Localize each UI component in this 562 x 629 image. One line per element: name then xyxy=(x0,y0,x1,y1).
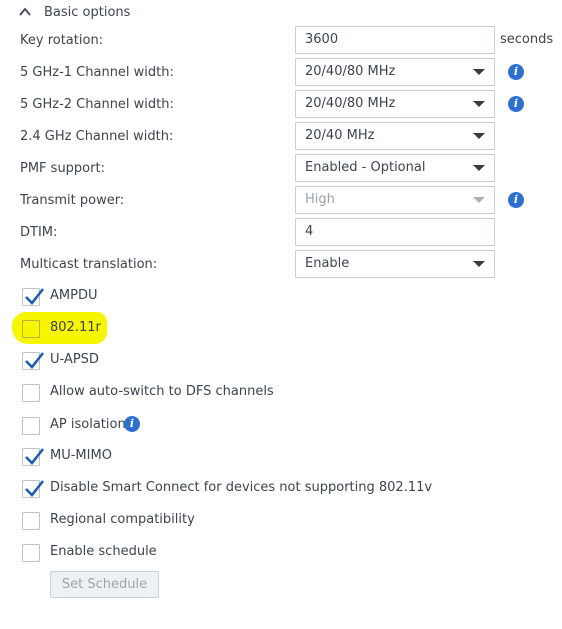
channel-width-5g1-value: 20/40/80 MHz xyxy=(305,64,396,79)
dfs-option: Allow auto-switch to DFS channels xyxy=(0,382,562,406)
dropdown-caret-icon xyxy=(473,133,485,139)
ampdu-option: AMPDU xyxy=(0,286,562,310)
channel-width-24g-select[interactable]: 20/40 MHz xyxy=(295,122,495,150)
ap-isolation-checkbox[interactable] xyxy=(22,417,40,435)
regional-compatibility-option: Regional compatibility xyxy=(0,510,562,534)
multicast-translation-label: Multicast translation: xyxy=(20,257,158,272)
dfs-label: Allow auto-switch to DFS channels xyxy=(50,384,274,399)
smart-connect-checkbox[interactable] xyxy=(22,480,45,498)
channel-width-5g1-select[interactable]: 20/40/80 MHz xyxy=(295,58,495,86)
enable-schedule-checkbox[interactable] xyxy=(22,544,40,562)
uapsd-label: U-APSD xyxy=(50,352,99,367)
ap-isolation-option: AP isolation i xyxy=(0,415,562,439)
dropdown-caret-icon xyxy=(473,261,485,267)
checkmark-icon xyxy=(25,448,45,465)
smart-connect-option: Disable Smart Connect for devices not su… xyxy=(0,478,562,502)
multicast-translation-select[interactable]: Enable xyxy=(295,250,495,278)
channel-width-24g-value: 20/40 MHz xyxy=(305,128,375,143)
enable-schedule-option: Enable schedule xyxy=(0,542,562,566)
multicast-translation-row: Multicast translation: Enable xyxy=(0,250,562,287)
dropdown-caret-icon xyxy=(473,165,485,171)
pmf-support-select[interactable]: Enabled - Optional xyxy=(295,154,495,182)
uapsd-option: U-APSD xyxy=(0,350,562,374)
r80211-option: 802.11r xyxy=(0,318,562,342)
channel-width-5g2-select[interactable]: 20/40/80 MHz xyxy=(295,90,495,118)
dfs-checkbox[interactable] xyxy=(22,384,40,402)
regional-compatibility-label: Regional compatibility xyxy=(50,512,195,527)
multicast-translation-value: Enable xyxy=(305,256,350,271)
r80211-label: 802.11r xyxy=(50,320,101,335)
transmit-power-value: High xyxy=(305,192,335,207)
mu-mimo-option: MU-MIMO xyxy=(0,446,562,470)
channel-width-5g2-value: 20/40/80 MHz xyxy=(305,96,396,111)
ap-isolation-label: AP isolation xyxy=(50,417,126,432)
enable-schedule-label: Enable schedule xyxy=(50,544,157,559)
info-icon[interactable]: i xyxy=(508,96,524,112)
dtim-input[interactable]: 4 xyxy=(295,218,495,246)
key-rotation-value: 3600 xyxy=(305,32,339,47)
mu-mimo-checkbox[interactable] xyxy=(22,448,45,466)
section-title: Basic options xyxy=(44,4,131,20)
dropdown-caret-icon xyxy=(473,197,485,203)
regional-compatibility-checkbox[interactable] xyxy=(22,512,40,530)
set-schedule-button[interactable]: Set Schedule xyxy=(50,571,159,598)
channel-width-5g2-label: 5 GHz-2 Channel width: xyxy=(20,97,174,112)
pmf-support-label: PMF support: xyxy=(20,161,105,176)
dtim-value: 4 xyxy=(305,224,314,239)
r80211-checkbox[interactable] xyxy=(22,320,40,338)
mu-mimo-label: MU-MIMO xyxy=(50,448,112,463)
channel-width-24g-label: 2.4 GHz Channel width: xyxy=(20,129,174,144)
smart-connect-label: Disable Smart Connect for devices not su… xyxy=(50,480,433,495)
chevron-up-icon xyxy=(19,7,31,16)
checkmark-icon xyxy=(25,352,45,369)
checkmark-icon xyxy=(25,288,45,305)
dtim-label: DTIM: xyxy=(20,225,58,240)
basic-options-panel: Basic options Key rotation: 3600 seconds… xyxy=(0,0,562,629)
key-rotation-label: Key rotation: xyxy=(20,33,104,48)
transmit-power-select[interactable]: High xyxy=(295,186,495,214)
transmit-power-label: Transmit power: xyxy=(20,193,125,208)
checkmark-icon xyxy=(25,480,45,497)
pmf-support-value: Enabled - Optional xyxy=(305,160,426,175)
info-icon[interactable]: i xyxy=(508,64,524,80)
info-icon[interactable]: i xyxy=(124,416,140,432)
dropdown-caret-icon xyxy=(473,69,485,75)
channel-width-5g1-label: 5 GHz-1 Channel width: xyxy=(20,65,174,80)
ampdu-checkbox[interactable] xyxy=(22,288,45,306)
key-rotation-input[interactable]: 3600 xyxy=(295,26,495,54)
basic-options-toggle[interactable]: Basic options xyxy=(18,2,130,22)
key-rotation-unit: seconds xyxy=(500,32,554,47)
ampdu-label: AMPDU xyxy=(50,288,98,303)
dropdown-caret-icon xyxy=(473,101,485,107)
uapsd-checkbox[interactable] xyxy=(22,352,45,370)
info-icon[interactable]: i xyxy=(508,192,524,208)
